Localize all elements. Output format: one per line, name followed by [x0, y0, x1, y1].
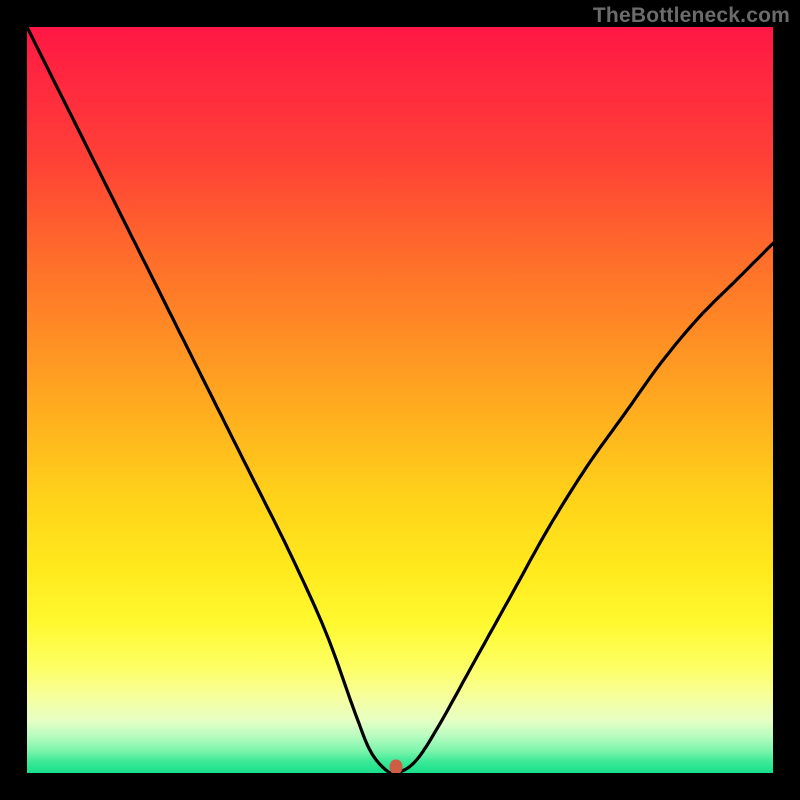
- minimum-marker: [390, 760, 403, 773]
- bottleneck-curve-path: [27, 27, 773, 773]
- curve-svg: [27, 27, 773, 773]
- plot-area: [27, 27, 773, 773]
- chart-frame: TheBottleneck.com: [0, 0, 800, 800]
- watermark-text: TheBottleneck.com: [593, 4, 790, 28]
